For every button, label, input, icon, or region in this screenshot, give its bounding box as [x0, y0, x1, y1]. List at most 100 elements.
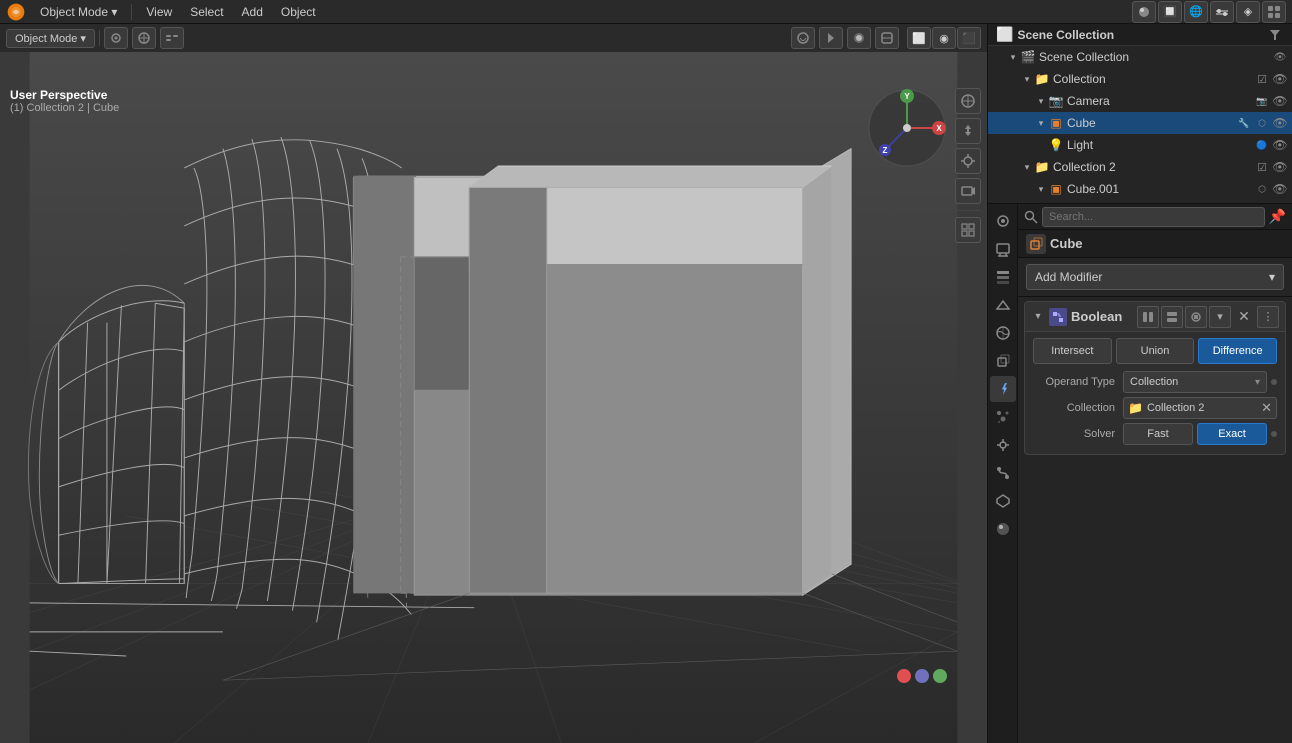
viewport-shading-rendered[interactable] — [1132, 1, 1156, 23]
collection-eye[interactable]: 👁 — [1272, 71, 1288, 87]
vp-xray-btn[interactable] — [875, 27, 899, 49]
pin-icon[interactable]: 📌 — [1269, 208, 1286, 225]
scene-canvas[interactable]: User Perspective (1) Collection 2 | Cube… — [0, 52, 987, 743]
tree-arrow-light[interactable] — [1034, 138, 1048, 152]
prop-physics-icon[interactable] — [990, 432, 1016, 458]
camera-eye[interactable]: 👁 — [1272, 93, 1288, 109]
add-modifier-button[interactable]: Add Modifier ▾ — [1026, 264, 1284, 290]
object-mode-vp-btn[interactable]: Object Mode ▾ — [6, 29, 95, 48]
tree-collection[interactable]: ▾ 📁 Collection ☑ 👁 — [988, 68, 1292, 90]
prop-render-icon[interactable] — [990, 208, 1016, 234]
tree-cube001[interactable]: ▾ ▣ Cube.001 ⬡ 👁 — [988, 178, 1292, 200]
modifier-ctrl-1[interactable] — [1137, 306, 1159, 328]
properties-object-header: Cube — [1018, 230, 1292, 258]
vp-view-btn[interactable] — [104, 27, 128, 49]
light-eye[interactable]: 👁 — [1272, 137, 1288, 153]
prop-output-icon[interactable] — [990, 236, 1016, 262]
tree-camera[interactable]: ▾ 📷 Camera 📷 👁 — [988, 90, 1292, 112]
vp-select-btn[interactable] — [132, 27, 156, 49]
exact-solver-button[interactable]: Exact — [1197, 423, 1267, 445]
cube-eye[interactable]: 👁 — [1272, 115, 1288, 131]
modifier-ctrl-2[interactable] — [1161, 306, 1183, 328]
tree-collection2[interactable]: ▾ 📁 Collection 2 ☑ 👁 — [988, 156, 1292, 178]
prop-scene-icon[interactable] — [990, 292, 1016, 318]
modifier-ctrl-dropdown[interactable]: ▾ — [1209, 306, 1231, 328]
collection-prop-label: Collection — [1033, 402, 1123, 414]
modifier-extra-btn[interactable]: ⋮ — [1257, 306, 1279, 328]
modifier-close-button[interactable]: ✕ — [1233, 306, 1255, 328]
modifier-body: Intersect Union Difference Operand Type … — [1025, 332, 1285, 454]
modifier-expand-toggle[interactable]: ▾ — [1031, 310, 1045, 324]
operand-type-value[interactable]: Collection ▾ — [1123, 371, 1267, 393]
viewport-side-tools — [955, 88, 981, 243]
collection-clear-button[interactable]: ✕ — [1261, 400, 1272, 416]
collection-checkbox[interactable]: ☑ — [1254, 71, 1270, 87]
cube-right: 🔧 ⬡ 👁 — [1236, 115, 1288, 131]
material-shading-btn[interactable]: ◉ — [932, 27, 956, 49]
vp-right-icon-2[interactable] — [819, 27, 843, 49]
tool-camera[interactable] — [955, 178, 981, 204]
prop-world-icon[interactable] — [990, 320, 1016, 346]
collection-field[interactable]: 📁 Collection 2 ✕ — [1123, 397, 1277, 419]
prop-object-icon[interactable] — [990, 348, 1016, 374]
vp-overlay-btn[interactable] — [847, 27, 871, 49]
solid-shading-btn[interactable]: ⬜ — [907, 27, 931, 49]
menu-select[interactable]: Select — [182, 3, 231, 21]
main-area: Object Mode ▾ — [0, 24, 1292, 743]
tree-arrow-collection[interactable]: ▾ — [1020, 72, 1034, 86]
properties-content: 📌 Cube Add Modifier ▾ — [1018, 204, 1292, 743]
viewport-icon-4[interactable] — [1210, 1, 1234, 23]
tree-arrow-cube001[interactable]: ▾ — [1034, 182, 1048, 196]
modifier-ctrl-3[interactable] — [1185, 306, 1207, 328]
viewport-icon-5[interactable]: ◈ — [1236, 1, 1260, 23]
difference-button[interactable]: Difference — [1198, 338, 1277, 364]
prop-constraints-icon[interactable] — [990, 460, 1016, 486]
viewport-icon-3[interactable]: 🌐 — [1184, 1, 1208, 23]
prop-data-icon[interactable] — [990, 488, 1016, 514]
prop-viewlayer-icon[interactable] — [990, 264, 1016, 290]
operand-type-dot — [1271, 379, 1277, 385]
dot-red — [897, 669, 911, 683]
tree-light[interactable]: 💡 Light 🔵 👁 — [988, 134, 1292, 156]
tree-scene-collection[interactable]: ▾ 🎬 Scene Collection 👁 — [988, 46, 1292, 68]
tool-cursor[interactable] — [955, 148, 981, 174]
prop-particle-icon[interactable] — [990, 404, 1016, 430]
tree-arrow-cube[interactable]: ▾ — [1034, 116, 1048, 130]
rendered-shading-btn[interactable]: ⬛ — [957, 27, 981, 49]
collection2-eye[interactable]: 👁 — [1272, 159, 1288, 175]
tree-arrow-camera[interactable]: ▾ — [1034, 94, 1048, 108]
outliner-top-buttons — [1266, 26, 1284, 44]
intersect-button[interactable]: Intersect — [1033, 338, 1112, 364]
tool-select[interactable] — [955, 88, 981, 114]
properties-search-bar: 📌 — [1018, 204, 1292, 230]
viewport-3d[interactable]: Object Mode ▾ — [0, 24, 987, 743]
prop-material-icon[interactable] — [990, 516, 1016, 542]
vp-shading-btn[interactable] — [160, 27, 184, 49]
scene-collection-label: Scene Collection — [1039, 50, 1272, 64]
tool-move[interactable] — [955, 118, 981, 144]
union-button[interactable]: Union — [1116, 338, 1195, 364]
vp-right-icon-1[interactable] — [791, 27, 815, 49]
menu-add[interactable]: Add — [234, 3, 271, 21]
properties-search-input[interactable] — [1042, 207, 1265, 227]
tree-arrow-scene[interactable]: ▾ — [1006, 50, 1020, 64]
navigation-gizmo[interactable]: Y X Z — [867, 88, 947, 168]
prop-modifier-icon[interactable] — [990, 376, 1016, 402]
viewport-icon-2[interactable]: 🔲 — [1158, 1, 1182, 23]
menu-view[interactable]: View — [138, 3, 180, 21]
tree-arrow-collection2[interactable]: ▾ — [1020, 160, 1034, 174]
cube001-eye[interactable]: 👁 — [1272, 181, 1288, 197]
fast-solver-button[interactable]: Fast — [1123, 423, 1193, 445]
viewport-icon-6[interactable] — [1262, 1, 1286, 23]
camera-type-icon: 📷 — [1254, 93, 1270, 109]
collection2-checkbox[interactable]: ☑ — [1254, 159, 1270, 175]
tree-cube[interactable]: ▾ ▣ Cube 🔧 ⬡ 👁 — [988, 112, 1292, 134]
modifier-header: ▾ Boolean — [1025, 302, 1285, 332]
scene-collection-icon: 🎬 — [1020, 49, 1036, 65]
object-mode-button[interactable]: Object Mode ▾ — [32, 3, 125, 21]
scene-visibility-icon[interactable]: 👁 — [1272, 49, 1288, 65]
tool-grid[interactable] — [955, 217, 981, 243]
outliner-filter-btn[interactable] — [1266, 26, 1284, 44]
operand-type-row: Operand Type Collection ▾ — [1033, 370, 1277, 394]
menu-object[interactable]: Object — [273, 3, 324, 21]
